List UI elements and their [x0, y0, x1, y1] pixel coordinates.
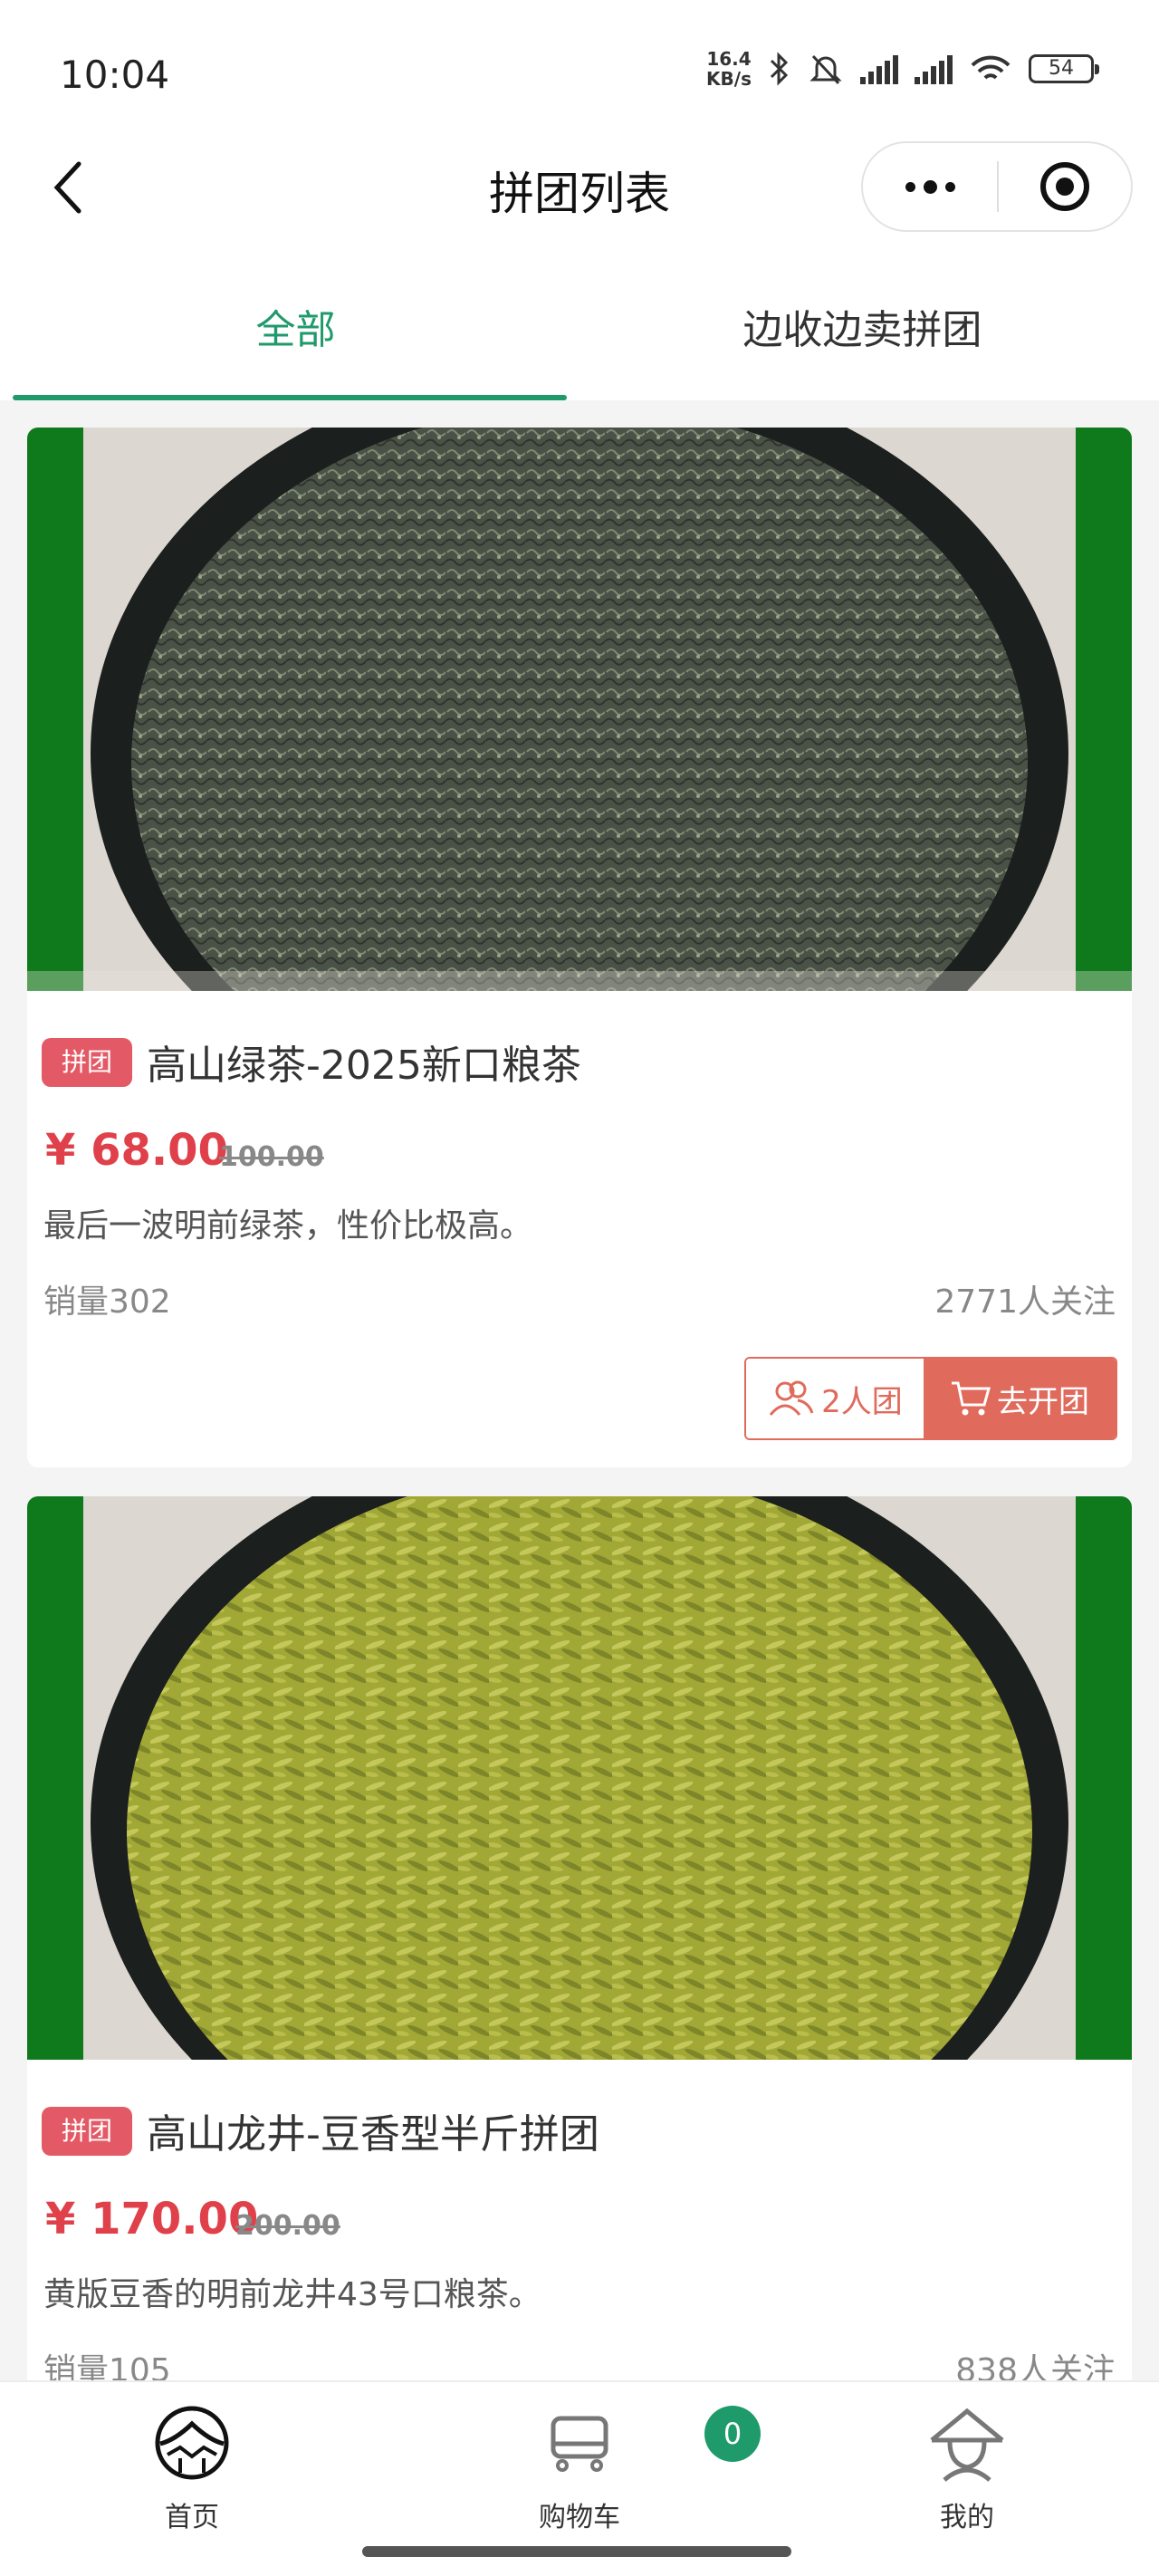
- mini-program-capsule: [861, 141, 1133, 232]
- tab-bar-cart[interactable]: 购物车: [489, 2404, 670, 2540]
- active-tab-underline: [13, 395, 567, 400]
- group-price: ¥ 170.00: [45, 2194, 259, 2244]
- status-icons: 16.4 KB/s 54: [706, 49, 1099, 89]
- product-title[interactable]: 高山绿茶-2025新口粮茶: [147, 1033, 581, 1091]
- product-description: 最后一波明前绿茶，性价比极高。: [43, 1207, 533, 1245]
- product-image: [27, 428, 1132, 991]
- group-buy-badge: 拼团: [42, 2107, 132, 2156]
- tab-bar-home[interactable]: 首页: [101, 2404, 283, 2540]
- tab-bar-cart-label: 购物车: [539, 2502, 620, 2533]
- profile-hat-icon: [930, 2408, 1004, 2482]
- original-price: 200.00: [235, 2210, 340, 2242]
- sales-count: 销量302: [43, 1283, 171, 1321]
- cart-icon: [952, 1381, 991, 1416]
- tab-bar-home-label: 首页: [165, 2502, 219, 2533]
- product-image: [27, 1496, 1132, 2060]
- home-indicator[interactable]: [362, 2546, 791, 2557]
- group-people-icon: [770, 1380, 814, 1416]
- product-card[interactable]: 拼团 高山龙井-豆香型半斤拼团 ¥ 170.00 200.00 黄版豆香的明前龙…: [27, 1496, 1132, 2393]
- tab-harvest-sell-group[interactable]: 边收边卖拼团: [580, 245, 1145, 400]
- group-buy-badge: 拼团: [42, 1038, 132, 1087]
- navigation-bar: 拼团列表: [0, 136, 1159, 245]
- tab-bar-profile[interactable]: 我的: [876, 2404, 1058, 2540]
- home-logo-icon: [155, 2406, 229, 2480]
- network-speed: 16.4 KB/s: [706, 49, 752, 89]
- follower-count: 2771人关注: [934, 1283, 1116, 1321]
- network-speed-unit: KB/s: [706, 68, 752, 90]
- product-description: 黄版豆香的明前龙井43号口粮茶。: [43, 2276, 541, 2313]
- start-group-button[interactable]: 去开团: [924, 1359, 1116, 1438]
- product-card[interactable]: 拼团 高山绿茶-2025新口粮茶 ¥ 68.00 100.00 最后一波明前绿茶…: [27, 428, 1132, 1467]
- group-size-button[interactable]: 2人团: [746, 1359, 924, 1438]
- group-type-tabs: 全部 边收边卖拼团: [0, 245, 1159, 400]
- group-price: ¥ 68.00: [45, 1125, 228, 1176]
- signal-icon-2: [915, 53, 953, 84]
- group-action-buttons: 2人团 去开团: [744, 1357, 1117, 1440]
- cart-icon: [551, 2416, 608, 2472]
- network-speed-value: 16.4: [706, 48, 752, 70]
- status-time: 10:04: [60, 53, 170, 97]
- more-menu-button[interactable]: [863, 143, 997, 230]
- mute-bell-icon: [809, 54, 842, 85]
- battery-indicator: 54: [1029, 54, 1099, 83]
- status-bar: 10:04 16.4 KB/s 54: [0, 0, 1159, 145]
- bluetooth-icon: [770, 52, 789, 86]
- original-price: 100.00: [219, 1141, 324, 1173]
- signal-icon-1: [860, 53, 898, 84]
- cart-count-badge: 0: [704, 2406, 761, 2462]
- product-title[interactable]: 高山龙井-豆香型半斤拼团: [147, 2101, 599, 2159]
- more-dots-icon: [905, 181, 915, 192]
- tab-all[interactable]: 全部: [13, 245, 579, 400]
- group-size-label: 2人团: [821, 1383, 903, 1420]
- wifi-icon: [971, 55, 1011, 80]
- target-close-icon: [1040, 162, 1089, 211]
- close-mini-program-button[interactable]: [999, 143, 1131, 230]
- tab-bar-profile-label: 我的: [940, 2502, 994, 2533]
- start-group-label: 去开团: [997, 1383, 1089, 1420]
